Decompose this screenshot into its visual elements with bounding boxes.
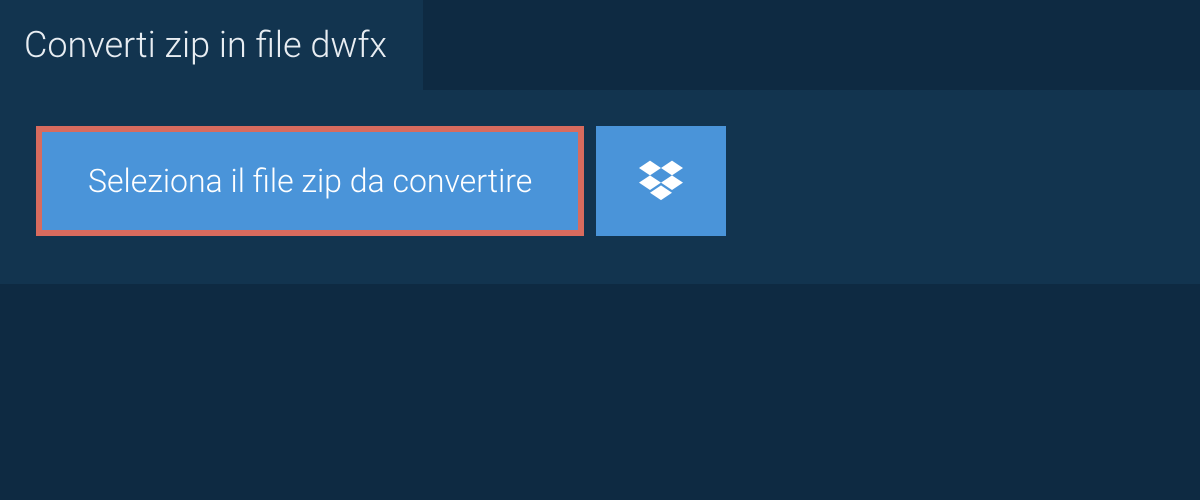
select-file-button-label: Seleziona il file zip da convertire — [88, 162, 532, 200]
dropbox-button[interactable] — [596, 126, 726, 236]
button-row: Seleziona il file zip da convertire — [36, 126, 1164, 236]
page-title-tab: Converti zip in file dwfx — [0, 0, 423, 90]
select-file-button[interactable]: Seleziona il file zip da convertire — [36, 126, 584, 236]
page-title: Converti zip in file dwfx — [24, 24, 387, 66]
upload-panel: Seleziona il file zip da convertire — [0, 90, 1200, 284]
dropbox-icon — [639, 157, 683, 205]
